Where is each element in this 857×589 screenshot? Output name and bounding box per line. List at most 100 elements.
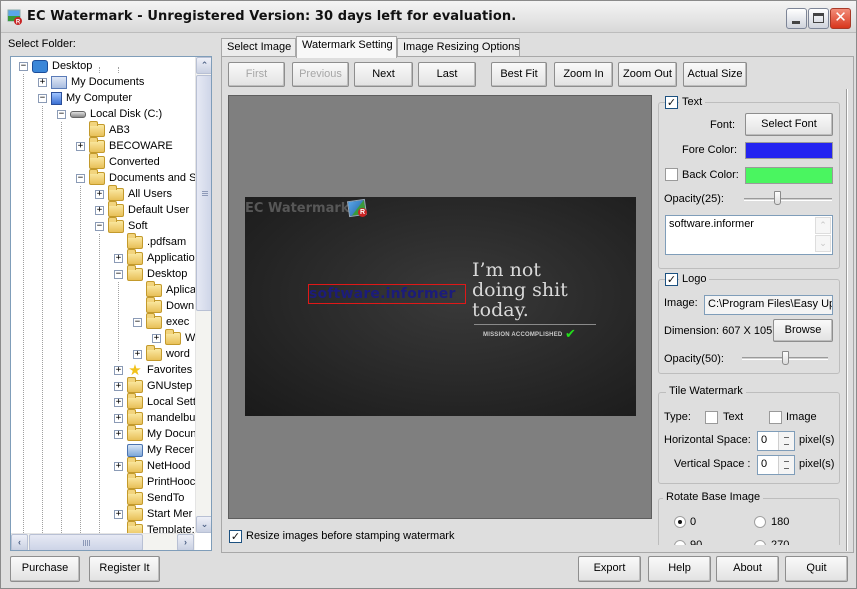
tree-item[interactable]: + mandelbu	[114, 408, 195, 426]
quit-button[interactable]: Quit	[785, 556, 848, 582]
browse-button[interactable]: Browse	[773, 319, 833, 342]
tree-item[interactable]: − Soft	[95, 216, 148, 234]
tree-item[interactable]: − exec	[133, 312, 190, 330]
textarea-scroll-up[interactable]: ⌃	[815, 217, 831, 234]
collapse-icon[interactable]: −	[76, 173, 85, 183]
tree-item[interactable]: SendTo	[114, 488, 185, 506]
tree-item[interactable]: PrintHooc	[114, 472, 195, 490]
horizontal-space-spinner[interactable]	[778, 432, 794, 450]
tree-item[interactable]: + Local Sett	[114, 392, 195, 410]
rotate-270-radio[interactable]	[754, 540, 766, 545]
actual-size-button[interactable]: Actual Size	[683, 62, 747, 87]
tree-item[interactable]: − Local Disk (C:)	[57, 106, 163, 122]
tree-item[interactable]: Converted	[76, 152, 160, 170]
tab-watermark-setting[interactable]: Watermark Setting	[296, 36, 397, 58]
scroll-up-button[interactable]: ⌃	[196, 57, 211, 74]
text-enable-checkbox[interactable]: ✓	[665, 96, 678, 109]
help-button[interactable]: Help	[648, 556, 711, 582]
collapse-icon[interactable]: −	[57, 109, 66, 119]
tree-item[interactable]: + My Docun	[114, 424, 195, 442]
maximize-button[interactable]	[808, 8, 829, 29]
collapse-icon[interactable]: −	[19, 61, 28, 71]
expand-icon[interactable]: +	[133, 349, 142, 359]
tree-item[interactable]: + All Users	[95, 184, 173, 202]
logo-opacity-slider-thumb[interactable]	[781, 351, 789, 365]
tab-image-resizing-options[interactable]: Image Resizing Options	[397, 38, 520, 57]
tree-item[interactable]: + Applicatio	[114, 248, 195, 266]
scroll-right-button[interactable]: ›	[177, 534, 194, 550]
tree-horizontal-scrollbar[interactable]: ‹ ›	[11, 533, 195, 550]
rotate-90-radio[interactable]	[674, 540, 686, 545]
best-fit-button[interactable]: Best Fit	[491, 62, 547, 87]
back-color-swatch[interactable]	[745, 167, 833, 184]
tree-item[interactable]: + ★ Favorites	[114, 362, 193, 378]
previous-button[interactable]: Previous	[292, 62, 349, 87]
tree-vertical-scrollbar[interactable]: ⌃ ⌄	[195, 57, 211, 533]
expand-icon[interactable]: +	[95, 189, 104, 199]
text-opacity-slider-thumb[interactable]	[774, 191, 781, 205]
expand-icon[interactable]: +	[114, 365, 123, 375]
back-color-checkbox[interactable]	[665, 168, 678, 181]
expand-icon[interactable]: +	[114, 397, 123, 407]
minimize-button[interactable]	[786, 8, 807, 29]
about-button[interactable]: About	[716, 556, 779, 582]
vertical-space-spinner[interactable]	[778, 456, 794, 474]
tree-item[interactable]: My Recer	[114, 442, 195, 458]
tree-item[interactable]: + word	[133, 344, 190, 362]
tree-item[interactable]: + W	[152, 328, 195, 346]
tree-item[interactable]: + NetHood	[114, 456, 191, 474]
tree-item[interactable]: − My Computer	[38, 90, 133, 106]
first-button[interactable]: First	[228, 62, 285, 87]
zoom-out-button[interactable]: Zoom Out	[618, 62, 677, 87]
tree-item[interactable]: + GNUstep	[114, 376, 193, 394]
collapse-icon[interactable]: −	[133, 317, 142, 327]
scroll-left-button[interactable]: ‹	[11, 534, 28, 550]
close-button[interactable]: ✕	[830, 8, 851, 29]
tree-item[interactable]: − Documents and S	[76, 168, 195, 186]
resize-images-checkbox[interactable]: ✓	[229, 530, 242, 543]
tree-item[interactable]: − Desktop	[114, 264, 188, 282]
tree-item[interactable]: − Desktop	[19, 58, 93, 74]
rotate-180-radio[interactable]	[754, 516, 766, 528]
expand-icon[interactable]: +	[38, 77, 47, 87]
tree-item[interactable]: + Default User	[95, 200, 190, 218]
scroll-thumb-vertical[interactable]	[196, 75, 211, 311]
scroll-down-button[interactable]: ⌄	[196, 516, 211, 533]
tree-item[interactable]: Aplica	[133, 280, 195, 298]
watermark-text-input[interactable]: software.informer ⌃ ⌄	[665, 215, 833, 255]
tree-item[interactable]: .pdfsam	[114, 232, 187, 250]
horizontal-space-input[interactable]: 0	[757, 431, 795, 451]
register-it-button[interactable]: Register It	[89, 556, 160, 582]
collapse-icon[interactable]: −	[38, 93, 47, 103]
textarea-scroll-down[interactable]: ⌄	[815, 235, 831, 252]
logo-enable-checkbox[interactable]: ✓	[665, 273, 678, 286]
tree-item[interactable]: Down	[133, 296, 195, 314]
expand-icon[interactable]: +	[76, 141, 85, 151]
tile-text-checkbox[interactable]	[705, 411, 718, 424]
rotate-0-radio[interactable]	[674, 516, 686, 528]
collapse-icon[interactable]: −	[95, 221, 104, 231]
select-font-button[interactable]: Select Font	[745, 113, 833, 136]
expand-icon[interactable]: +	[114, 253, 123, 263]
folder-tree[interactable]: − Desktop + My Documents − My Computer − Local …	[10, 56, 212, 551]
purchase-button[interactable]: Purchase	[10, 556, 80, 582]
expand-icon[interactable]: +	[152, 333, 161, 343]
tree-item[interactable]: Template:	[114, 520, 195, 533]
expand-icon[interactable]: +	[95, 205, 104, 215]
collapse-icon[interactable]: −	[114, 269, 123, 279]
logo-image-path-field[interactable]: C:\Program Files\Easy Up	[704, 295, 833, 315]
expand-icon[interactable]: +	[114, 509, 123, 519]
tree-item[interactable]: + My Documents	[38, 74, 145, 90]
tree-item[interactable]: AB3	[76, 120, 130, 138]
tree-item[interactable]: + Start Mer	[114, 504, 193, 522]
export-button[interactable]: Export	[578, 556, 641, 582]
expand-icon[interactable]: +	[114, 413, 123, 423]
tab-select-image[interactable]: Select Image	[221, 38, 296, 57]
tile-image-checkbox[interactable]	[769, 411, 782, 424]
fore-color-swatch[interactable]	[745, 142, 833, 159]
expand-icon[interactable]: +	[114, 381, 123, 391]
expand-icon[interactable]: +	[114, 461, 123, 471]
tree-item[interactable]: + BECOWARE	[76, 136, 173, 154]
scroll-thumb-horizontal[interactable]	[29, 534, 143, 550]
last-button[interactable]: Last	[418, 62, 476, 87]
